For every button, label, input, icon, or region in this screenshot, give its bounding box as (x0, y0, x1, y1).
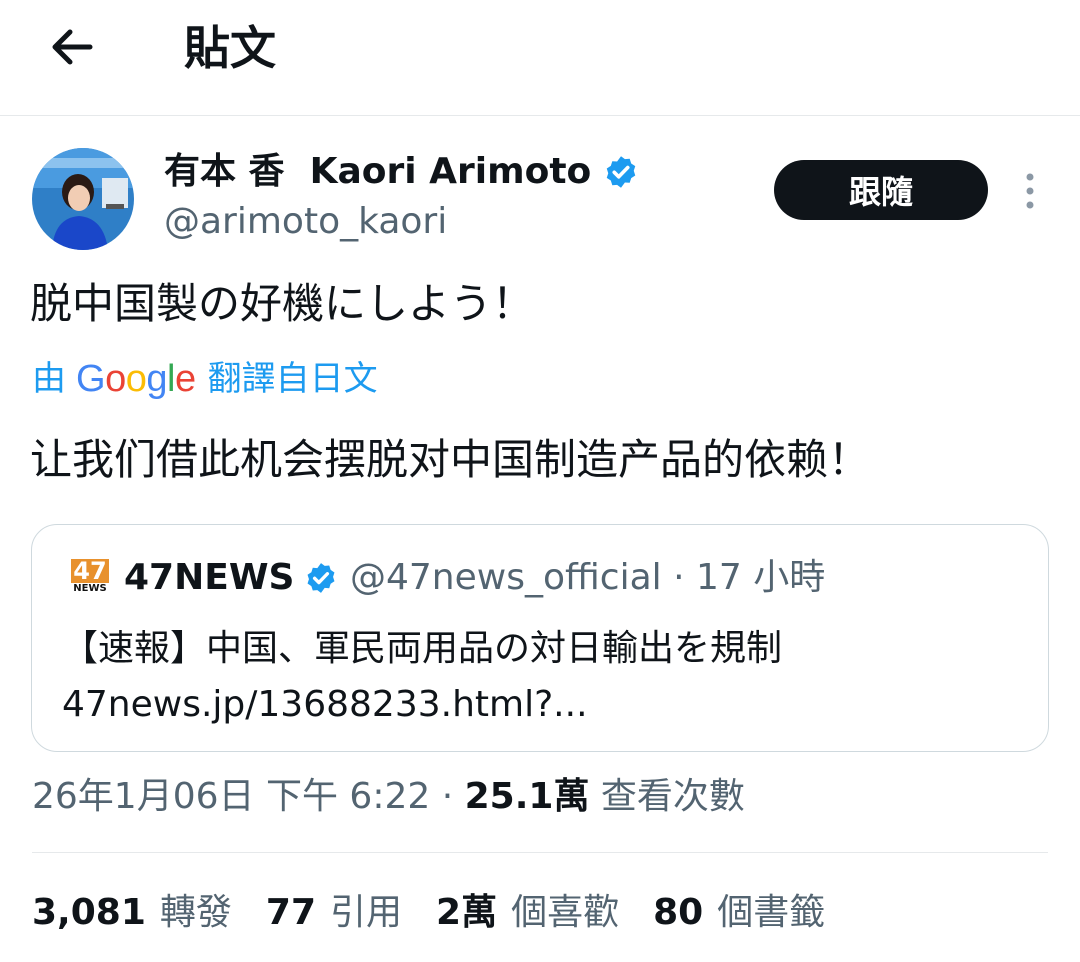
page-title: 貼文 (184, 21, 276, 75)
author-handle[interactable]: @arimoto_kaori (164, 200, 447, 244)
author-display-name[interactable]: 有本 香 Kaori Arimoto (164, 150, 639, 194)
verified-badge-icon (603, 154, 639, 190)
stat-label: 轉發 (159, 892, 232, 933)
quote-link[interactable]: 47news.jp/13688233.html?... (62, 677, 782, 733)
more-options-button[interactable] (1010, 166, 1050, 216)
stat-count: 77 (265, 892, 316, 933)
top-bar: 貼文 (0, 0, 1080, 116)
google-logo: Google (76, 358, 196, 400)
tweet-timestamp[interactable]: 26年1月06日 下午 6:22 (32, 776, 430, 817)
stat-bookmarks[interactable]: 80 個書籤 (653, 890, 825, 936)
stat-label: 引用 (330, 892, 403, 933)
quote-author-name: 47NEWS (124, 555, 338, 601)
quote-separator: · (673, 557, 685, 598)
stat-label: 個書籤 (717, 892, 826, 933)
quote-logo-text: NEWS (73, 583, 107, 594)
timestamp-separator: · (441, 776, 454, 817)
avatar[interactable] (32, 148, 134, 250)
quote-meta: @47news_official · 17 小時 (350, 555, 825, 601)
stat-label: 個喜歡 (511, 892, 620, 933)
author-name-text: 有本 香 Kaori Arimoto (164, 151, 592, 192)
tweet-text: 脱中国製の好機にしよう！ (30, 279, 535, 328)
quote-handle: @47news_official (350, 557, 662, 598)
quote-age: 17 小時 (696, 557, 826, 598)
follow-button[interactable]: 跟隨 (774, 160, 988, 220)
quoted-tweet-card[interactable]: 47 NEWS 47NEWS @47news_official · 17 小時 … (31, 524, 1049, 752)
stat-count: 80 (653, 892, 704, 933)
stat-count: 3,081 (32, 892, 146, 933)
stat-quotes[interactable]: 77 引用 (266, 890, 402, 936)
translated-text: 让我们借此机会摆脱对中国制造产品的依赖！ (30, 435, 871, 484)
back-button[interactable] (44, 22, 100, 72)
views-label: 查看次數 (600, 776, 745, 817)
stat-retweets[interactable]: 3,081 轉發 (32, 890, 232, 936)
quote-logo-number: 47 (71, 557, 109, 585)
translate-prefix: 由 (32, 359, 66, 399)
views-count: 25.1萬 (464, 776, 590, 817)
quote-author-name-text: 47NEWS (124, 557, 295, 598)
more-vertical-icon (1026, 173, 1034, 209)
verified-badge-icon (304, 561, 338, 595)
quote-avatar: 47 NEWS (71, 557, 109, 597)
translate-suffix: 翻譯自日文 (207, 359, 378, 399)
quote-text: 【速報】中国、軍民両用品の対日輸出を規制 47news.jp/13688233.… (62, 621, 782, 733)
stat-likes[interactable]: 2萬 個喜歡 (436, 890, 619, 936)
quote-headline: 【速報】中国、軍民両用品の対日輸出を規制 (62, 628, 783, 669)
divider (32, 852, 1048, 853)
engagement-stats: 3,081 轉發 77 引用 2萬 個喜歡 80 個書籤 (32, 890, 859, 936)
stat-count: 2萬 (436, 892, 498, 933)
arrow-left-icon (52, 29, 93, 65)
translate-link[interactable]: 由 Google 翻譯自日文 (32, 356, 378, 402)
timestamp-row: 26年1月06日 下午 6:22 · 25.1萬 查看次數 (32, 774, 745, 820)
